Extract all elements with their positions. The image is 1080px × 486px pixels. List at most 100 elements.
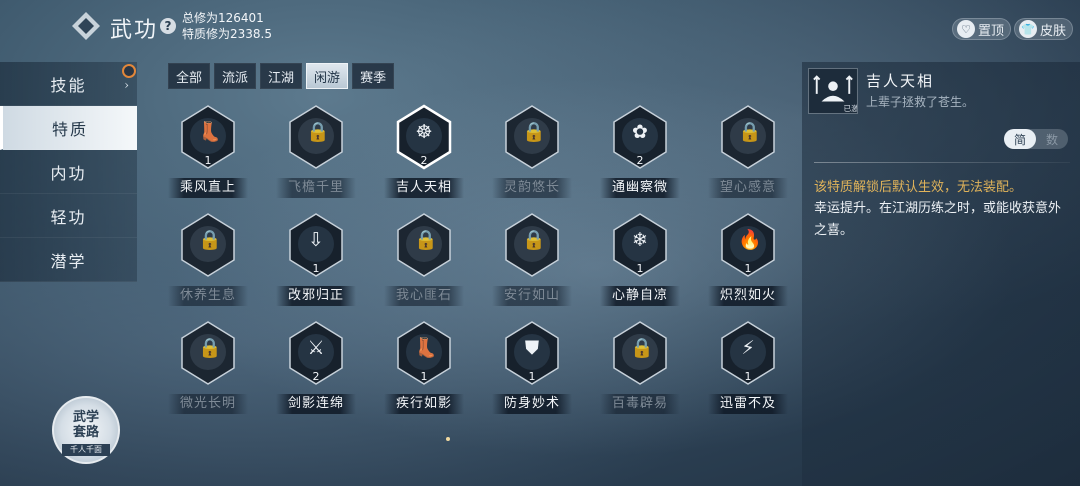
trait-item[interactable]: 🔒 望心感意 <box>708 104 788 204</box>
trait-name: 乘风直上 <box>168 178 248 198</box>
toggle-simple[interactable]: 简 <box>1004 129 1036 149</box>
chevron-right-icon: › <box>124 78 131 92</box>
trait-item[interactable]: ⇩ 1 改邪归正 <box>276 212 356 312</box>
skin-label: 皮肤 <box>1040 23 1067 39</box>
trait-level: 1 <box>312 262 320 275</box>
sidebar-item-label: 潜学 <box>50 251 87 271</box>
trait-level: 1 <box>420 370 428 383</box>
trait-level: 1 <box>636 262 644 275</box>
martial-set-button[interactable]: 武学 套路 千人千面 <box>52 396 120 464</box>
trait-name: 迅雷不及 <box>708 394 788 414</box>
detail-mode-toggle[interactable]: 简 数 <box>1004 129 1068 149</box>
heart-icon: ♡ <box>957 20 975 38</box>
trait-item[interactable]: ⚔ 2 剑影连绵 <box>276 320 356 420</box>
arrow-down-icon: ⇩ <box>308 229 324 251</box>
trait-item[interactable]: 🔒 灵韵悠长 <box>492 104 572 204</box>
skin-button[interactable]: 👕 皮肤 <box>1014 18 1074 40</box>
pin-button[interactable]: ♡ 置顶 <box>952 18 1012 40</box>
sidebar-item-traits[interactable]: 特质 <box>0 106 137 150</box>
filter-tabs: 全部 流派 江湖 闲游 赛季 <box>168 63 395 89</box>
trait-item[interactable]: 👢 1 乘风直上 <box>168 104 248 204</box>
trait-item[interactable]: 🔒 安行如山 <box>492 212 572 312</box>
lock-icon: 🔒 <box>738 121 762 143</box>
trait-level: 1 <box>528 370 536 383</box>
trait-item[interactable]: ❄ 1 心静自凉 <box>600 212 680 312</box>
total-cultivation: 总修为126401 <box>182 11 264 25</box>
sidebar-item-skills[interactable]: 技能 › <box>0 62 137 106</box>
trait-badge: 🔒 <box>287 104 345 170</box>
trait-name: 百毒辟易 <box>600 394 680 414</box>
boot-icon: 👢 <box>198 121 222 143</box>
shield-icon: ⛊ <box>524 337 540 359</box>
trait-name: 疾行如影 <box>384 394 464 414</box>
trait-item[interactable]: ✿ 2 通幽察微 <box>600 104 680 204</box>
toggle-numbers[interactable]: 数 <box>1036 129 1068 149</box>
trait-badge: 🔒 <box>179 212 237 278</box>
trait-item[interactable]: 🔒 微光长明 <box>168 320 248 420</box>
sidebar-item-label: 内功 <box>50 163 87 183</box>
trait-name: 心静自凉 <box>600 286 680 306</box>
trait-name: 望心感意 <box>708 178 788 198</box>
trait-badge: ❄ 1 <box>611 212 669 278</box>
sidebar-item-inner-skill[interactable]: 内功 <box>0 150 137 194</box>
wugong-logo-icon[interactable] <box>70 10 102 42</box>
cultivation-stats: 总修为126401 特质修为2338.5 <box>182 10 272 42</box>
trait-item[interactable]: 👢 1 疾行如影 <box>384 320 464 420</box>
tab-season[interactable]: 赛季 <box>352 63 395 89</box>
trait-item[interactable]: 🔒 飞檐千里 <box>276 104 356 204</box>
notification-orb-icon <box>122 64 136 78</box>
trait-item[interactable]: ⛊ 1 防身妙术 <box>492 320 572 420</box>
trait-name: 微光长明 <box>168 394 248 414</box>
page-indicator-dot <box>446 437 450 441</box>
tab-school[interactable]: 流派 <box>214 63 257 89</box>
trait-name: 防身妙术 <box>492 394 572 414</box>
tab-leisure[interactable]: 闲游 <box>306 63 349 89</box>
meditate-icon: ☸ <box>415 121 433 143</box>
svg-text:已激: 已激 <box>844 103 858 113</box>
trait-name: 安行如山 <box>492 286 572 306</box>
trait-item[interactable]: ☸ 2 吉人天相 <box>384 104 464 204</box>
boot-icon: 👢 <box>414 337 438 359</box>
tab-all[interactable]: 全部 <box>168 63 211 89</box>
trait-item[interactable]: 🔥 1 炽烈如火 <box>708 212 788 312</box>
trait-level: 2 <box>636 154 644 167</box>
trait-badge: 🔒 <box>395 212 453 278</box>
sidebar-item-label: 轻功 <box>50 207 87 227</box>
trait-badge: ✿ 2 <box>611 104 669 170</box>
detail-description: 幸运提升。在江湖历练之时，或能收获意外之喜。 <box>814 201 1062 238</box>
trait-item[interactable]: 🔒 我心匪石 <box>384 212 464 312</box>
lock-icon: 🔒 <box>306 121 330 143</box>
trait-level: 2 <box>312 370 320 383</box>
trait-item[interactable]: ⚡ 1 迅雷不及 <box>708 320 788 420</box>
lightning-icon: ⚡ <box>741 337 755 359</box>
trait-badge: 🔒 <box>611 320 669 386</box>
trait-badge: ⚡ 1 <box>719 320 777 386</box>
trait-name: 改邪归正 <box>276 286 356 306</box>
sidebar-item-label: 技能 <box>50 75 87 95</box>
help-icon[interactable]: ? <box>160 18 176 34</box>
sidebar-item-lightness[interactable]: 轻功 <box>0 194 137 238</box>
trait-item[interactable]: 🔒 百毒辟易 <box>600 320 680 420</box>
trait-grid: 👢 1 乘风直上 🔒 飞檐千里 ☸ 2 吉人天相 🔒 灵韵悠长 ✿ 2 通幽察微 🔒 望心感意 🔒 休养生息 ⇩ 1… <box>168 104 800 424</box>
lock-icon: 🔒 <box>522 229 546 251</box>
trait-name: 休养生息 <box>168 286 248 306</box>
trait-badge: ⇩ 1 <box>287 212 345 278</box>
trait-badge: 🔒 <box>719 104 777 170</box>
trait-badge: 🔥 1 <box>719 212 777 278</box>
shirt-icon: 👕 <box>1019 20 1037 38</box>
sidebar-item-latent[interactable]: 潜学 <box>0 238 137 282</box>
trait-name: 我心匪石 <box>384 286 464 306</box>
trait-level: 1 <box>744 262 752 275</box>
detail-warning: 该特质解锁后默认生效，无法装配。 <box>814 180 1023 195</box>
sword-icon: ⚔ <box>307 337 325 359</box>
trait-item[interactable]: 🔒 休养生息 <box>168 212 248 312</box>
trait-name: 灵韵悠长 <box>492 178 572 198</box>
trait-cultivation: 特质修为2338.5 <box>182 27 272 41</box>
lock-icon: 🔒 <box>198 337 222 359</box>
trait-detail-panel: 已激 吉人天相 上辈子拯救了苍生。 简 数 该特质解锁后默认生效，无法装配。 幸… <box>802 62 1080 486</box>
detail-trait-subtitle: 上辈子拯救了苍生。 <box>866 95 975 109</box>
trait-badge: ⛊ 1 <box>503 320 561 386</box>
martial-set-sub: 千人千面 <box>62 444 110 456</box>
tab-jianghu[interactable]: 江湖 <box>260 63 303 89</box>
sidebar: 技能 › 特质 内功 轻功 潜学 <box>0 62 137 282</box>
